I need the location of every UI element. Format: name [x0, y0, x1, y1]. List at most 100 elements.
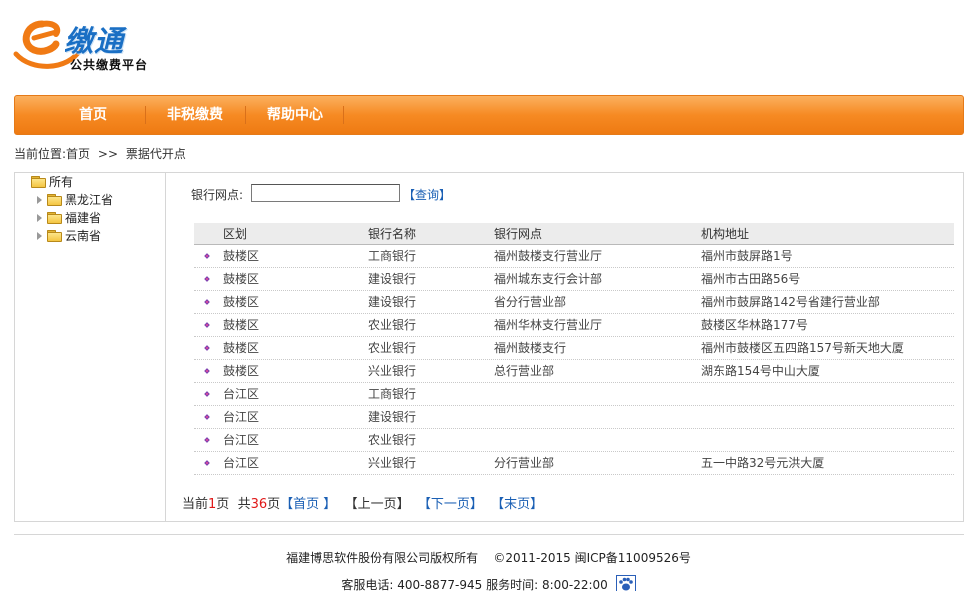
bullet-icon	[204, 437, 210, 443]
bullet-icon	[204, 414, 210, 420]
pager-page-unit: 页	[216, 497, 230, 512]
tree-node-label: 福建省	[65, 211, 102, 225]
main-nav: 首页 非税缴费 帮助中心	[14, 95, 964, 135]
paw-icon[interactable]	[615, 575, 636, 591]
cell-branch: 福州鼓楼支行	[494, 341, 567, 355]
content-area: 银行网点: 【查询】 区划 银行名称 银行网点 机构地址 鼓楼区 工商银行 福州鼓楼…	[167, 173, 963, 521]
copyright-text: 福建博思软件股份有限公司版权所有	[286, 551, 479, 565]
cell-address: 湖东路154号中山大厦	[701, 364, 820, 378]
service-hours: 8:00-22:00	[541, 578, 608, 591]
bullet-icon	[204, 322, 210, 328]
pager-page-unit-2: 页	[267, 497, 281, 512]
main-panel: 所有 黑龙江省 福建省 云南省 银行网点: 【查询】 区划 银行名称 银行网点	[14, 172, 964, 522]
breadcrumb-home-link[interactable]: 首页	[66, 147, 90, 161]
breadcrumb-prefix: 当前位置:	[14, 147, 67, 161]
cell-address: 福州市鼓屏路1号	[701, 249, 793, 263]
bullet-icon	[204, 276, 210, 282]
cell-bank-name: 兴业银行	[368, 456, 417, 470]
hours-label: 服务时间:	[486, 578, 539, 591]
folder-icon	[47, 212, 63, 224]
nav-item-nontax[interactable]: 非税缴费	[157, 96, 233, 134]
nav-separator	[245, 106, 246, 124]
cell-district: 鼓楼区	[223, 295, 260, 309]
search-button[interactable]: 【查询】	[403, 186, 451, 203]
table-header: 区划 银行名称 银行网点 机构地址	[194, 223, 954, 245]
cell-bank-name: 建设银行	[368, 295, 417, 309]
expand-arrow-icon[interactable]	[37, 214, 42, 222]
logo-subtitle: 公共缴费平台	[70, 58, 149, 72]
pager-first-link[interactable]: 【首页 】	[280, 497, 336, 512]
bullet-icon	[204, 391, 210, 397]
pager-total-prefix: 共	[237, 497, 251, 512]
cell-district: 台江区	[223, 456, 260, 470]
cell-bank-name: 农业银行	[368, 318, 417, 332]
bullet-icon	[204, 253, 210, 259]
cell-district: 鼓楼区	[223, 249, 260, 263]
table-row: 鼓楼区 工商银行 福州鼓楼支行营业厅 福州市鼓屏路1号	[194, 245, 954, 268]
cell-bank-name: 建设银行	[368, 410, 417, 424]
cell-branch: 总行营业部	[494, 364, 555, 378]
cell-district: 台江区	[223, 410, 260, 424]
nav-separator	[145, 106, 146, 124]
pager-total-pages: 36	[250, 497, 268, 512]
header-address: 机构地址	[701, 227, 750, 241]
pager-prev-link[interactable]: 【上一页】	[345, 497, 410, 512]
folder-icon	[31, 176, 47, 188]
tree-node-yunnan[interactable]: 云南省	[37, 227, 101, 245]
header-district: 区划	[223, 227, 248, 241]
table-row: 台江区 兴业银行 分行营业部 五一中路32号元洪大厦	[194, 452, 954, 475]
table-row: 鼓楼区 建设银行 省分行营业部 福州市鼓屏路142号省建行营业部	[194, 291, 954, 314]
breadcrumb-separator: >>	[97, 147, 118, 161]
cell-address: 福州市古田路56号	[701, 272, 801, 286]
cell-address: 福州市鼓楼区五四路157号新天地大厦	[701, 341, 904, 355]
cell-bank-name: 建设银行	[368, 272, 417, 286]
table-row: 台江区 农业银行	[194, 429, 954, 452]
cell-bank-name: 工商银行	[368, 249, 417, 263]
cell-branch: 福州城东支行会计部	[494, 272, 603, 286]
search-label: 银行网点:	[191, 188, 244, 202]
bullet-icon	[204, 345, 210, 351]
pager-last-link[interactable]: 【末页】	[491, 497, 543, 512]
cell-district: 鼓楼区	[223, 364, 260, 378]
tree-node-heilongjiang[interactable]: 黑龙江省	[37, 191, 113, 209]
table-row: 台江区 建设银行	[194, 406, 954, 429]
cell-district: 鼓楼区	[223, 318, 260, 332]
cell-branch: 福州鼓楼支行营业厅	[494, 249, 603, 263]
cell-address: 福州市鼓屏路142号省建行营业部	[701, 295, 880, 309]
cell-address: 鼓楼区华林路177号	[701, 318, 808, 332]
cell-district: 台江区	[223, 387, 260, 401]
header-bank-name: 银行名称	[368, 227, 417, 241]
region-tree: 所有 黑龙江省 福建省 云南省	[15, 173, 166, 521]
bullet-icon	[204, 299, 210, 305]
folder-icon	[47, 194, 63, 206]
cell-bank-name: 工商银行	[368, 387, 417, 401]
footer-divider	[14, 534, 964, 535]
pager-next-link[interactable]: 【下一页】	[418, 497, 483, 512]
bank-branch-input[interactable]	[251, 184, 400, 202]
folder-icon	[47, 230, 63, 242]
nav-item-home[interactable]: 首页	[63, 96, 123, 134]
cell-branch: 福州华林支行营业厅	[494, 318, 603, 332]
cell-bank-name: 农业银行	[368, 341, 417, 355]
cell-district: 鼓楼区	[223, 272, 260, 286]
pager: 当前1页 共36页【首页 】 【上一页】 【下一页】 【末页】	[182, 493, 543, 512]
nav-separator	[343, 106, 344, 124]
footer-copyright: 福建博思软件股份有限公司版权所有 ©2011-2015 闽ICP备1100952…	[0, 549, 977, 566]
nav-item-help[interactable]: 帮助中心	[257, 96, 333, 134]
tree-node-label: 云南省	[65, 229, 102, 243]
tree-node-root[interactable]: 所有	[31, 173, 73, 191]
phone-label: 客服电话:	[341, 578, 394, 591]
expand-arrow-icon[interactable]	[37, 196, 42, 204]
site-logo: 缴通 公共缴费平台	[12, 10, 187, 80]
breadcrumb-current: 票据代开点	[125, 147, 186, 161]
table-row: 鼓楼区 兴业银行 总行营业部 湖东路154号中山大厦	[194, 360, 954, 383]
bullet-icon	[204, 368, 210, 374]
cell-district: 台江区	[223, 433, 260, 447]
cell-district: 鼓楼区	[223, 341, 260, 355]
expand-arrow-icon[interactable]	[37, 232, 42, 240]
tree-node-fujian[interactable]: 福建省	[37, 209, 101, 227]
pager-current-prefix: 当前	[182, 497, 209, 512]
tree-node-label: 所有	[49, 175, 74, 189]
table-row: 台江区 工商银行	[194, 383, 954, 406]
table-body: 鼓楼区 工商银行 福州鼓楼支行营业厅 福州市鼓屏路1号 鼓楼区 建设银行 福州城东支行会计部…	[194, 245, 954, 475]
